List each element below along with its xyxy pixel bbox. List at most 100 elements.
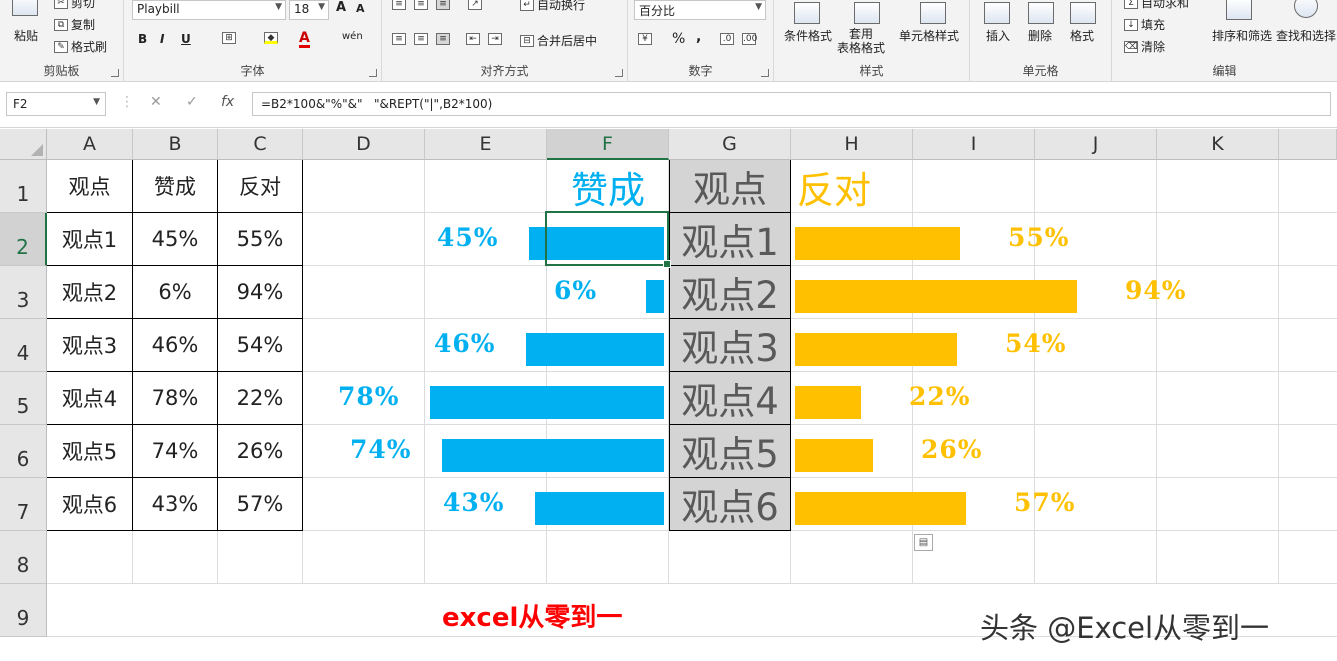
align-right-button[interactable]: ≡ bbox=[436, 33, 450, 45]
table-cell[interactable]: 43% bbox=[133, 478, 218, 531]
shrink-font-button[interactable]: A bbox=[356, 2, 365, 15]
grow-font-button[interactable]: A bbox=[336, 0, 346, 15]
table-cell[interactable]: 观点1 bbox=[47, 213, 133, 266]
sort-filter-button[interactable]: 排序和筛选 bbox=[1212, 27, 1272, 44]
table-cell[interactable]: 22% bbox=[218, 372, 303, 425]
bold-button[interactable]: B bbox=[138, 32, 147, 46]
row-header-8[interactable]: 8 bbox=[0, 531, 47, 584]
select-all-corner[interactable] bbox=[0, 129, 47, 160]
point-label-cell[interactable]: 观点6 bbox=[669, 478, 791, 531]
table-cell[interactable]: 观点3 bbox=[47, 319, 133, 372]
name-box[interactable]: F2 ▼ bbox=[6, 92, 106, 116]
cut-button[interactable]: ✂ 剪切 bbox=[54, 0, 95, 11]
column-header-d[interactable]: D bbox=[303, 129, 425, 160]
format-painter-button[interactable]: ✎ 格式刷 bbox=[54, 38, 107, 55]
row-header-1[interactable]: 1 bbox=[0, 160, 47, 213]
worksheet[interactable]: ABCDEFGHIJK 123456789 观点 赞成 反对 观点1 45% 55% 观点2… bbox=[0, 129, 1337, 661]
increase-decimal-button[interactable]: .0 bbox=[720, 33, 734, 45]
clipboard-launcher[interactable] bbox=[111, 69, 119, 77]
table-cell[interactable]: 54% bbox=[218, 319, 303, 372]
support-header[interactable]: 赞成 bbox=[547, 160, 669, 213]
column-header-h[interactable]: H bbox=[791, 129, 913, 160]
table-cell[interactable]: 6% bbox=[133, 266, 218, 319]
table-cell[interactable]: 观点4 bbox=[47, 372, 133, 425]
column-header-b[interactable]: B bbox=[133, 129, 218, 160]
delete-button[interactable]: 删除 bbox=[1028, 27, 1052, 44]
point-label-cell[interactable]: 观点1 bbox=[669, 213, 791, 266]
insert-function-icon[interactable]: fx bbox=[221, 94, 234, 110]
table-cell[interactable]: 观点5 bbox=[47, 425, 133, 478]
wrap-text-button[interactable]: ↵ 自动换行 bbox=[520, 0, 585, 13]
paste-options-icon[interactable]: ▤ bbox=[914, 534, 933, 551]
table-cell[interactable]: 45% bbox=[133, 213, 218, 266]
find-select-button[interactable]: 查找和选择 bbox=[1276, 27, 1336, 44]
row-header-6[interactable]: 6 bbox=[0, 425, 47, 478]
enter-icon[interactable]: ✓ bbox=[186, 94, 198, 110]
column-header-partial[interactable] bbox=[1279, 129, 1337, 160]
paste-button[interactable]: 粘贴 bbox=[14, 27, 38, 44]
font-size-select[interactable]: 18 ▼ bbox=[289, 0, 329, 20]
fill-color-button[interactable]: ◆ bbox=[264, 32, 278, 44]
cell-styles-button[interactable]: 单元格样式 bbox=[899, 27, 959, 44]
table-cell[interactable]: 观点6 bbox=[47, 478, 133, 531]
table-header-cell[interactable]: 反对 bbox=[218, 160, 303, 213]
table-cell[interactable]: 74% bbox=[133, 425, 218, 478]
point-label-cell[interactable]: 观点3 bbox=[669, 319, 791, 372]
point-label-cell[interactable]: 观点2 bbox=[669, 266, 791, 319]
column-header-e[interactable]: E bbox=[425, 129, 547, 160]
clear-button[interactable]: ⌫ 清除 bbox=[1124, 38, 1165, 55]
increase-indent-button[interactable]: ⇥ bbox=[488, 33, 502, 45]
orientation-button[interactable]: ↗ bbox=[468, 0, 482, 10]
row-header-4[interactable]: 4 bbox=[0, 319, 47, 372]
table-cell[interactable]: 55% bbox=[218, 213, 303, 266]
table-cell[interactable]: 57% bbox=[218, 478, 303, 531]
row-header-9[interactable]: 9 bbox=[0, 584, 47, 637]
copy-button[interactable]: ⧉ 复制 bbox=[54, 16, 95, 33]
number-launcher[interactable] bbox=[761, 69, 769, 77]
column-header-g[interactable]: G bbox=[669, 129, 791, 160]
conditional-format-button[interactable]: 条件格式 bbox=[784, 27, 832, 44]
formula-input[interactable]: =B2*100&"%"&" "&REPT("|",B2*100) bbox=[252, 92, 1331, 116]
table-format-button[interactable]: 套用 表格格式 bbox=[837, 27, 885, 55]
column-header-c[interactable]: C bbox=[218, 129, 303, 160]
font-color-button[interactable]: A bbox=[299, 31, 310, 48]
comma-button[interactable]: , bbox=[696, 29, 701, 45]
font-name-select[interactable]: Playbill ▼ bbox=[132, 0, 286, 20]
format-button[interactable]: 格式 bbox=[1070, 27, 1094, 44]
percent-button[interactable]: % bbox=[672, 31, 685, 47]
autosum-button[interactable]: Σ 自动求和 bbox=[1124, 0, 1189, 11]
table-header-cell[interactable]: 观点 bbox=[47, 160, 133, 213]
table-cell[interactable]: 46% bbox=[133, 319, 218, 372]
borders-button[interactable]: ⊞ bbox=[222, 32, 236, 44]
decrease-decimal-button[interactable]: .00 bbox=[742, 33, 757, 45]
alignment-launcher[interactable] bbox=[615, 69, 623, 77]
table-header-cell[interactable]: 赞成 bbox=[133, 160, 218, 213]
align-center-button[interactable]: ≡ bbox=[414, 33, 428, 45]
align-bottom-button[interactable]: ≡ bbox=[436, 0, 450, 10]
row-header-2[interactable]: 2 bbox=[0, 213, 47, 266]
point-label-cell[interactable]: 观点4 bbox=[669, 372, 791, 425]
insert-button[interactable]: 插入 bbox=[986, 27, 1010, 44]
table-cell[interactable]: 26% bbox=[218, 425, 303, 478]
column-header-a[interactable]: A bbox=[47, 129, 133, 160]
fill-button[interactable]: ↓ 填充 bbox=[1124, 16, 1165, 33]
table-cell[interactable]: 94% bbox=[218, 266, 303, 319]
font-launcher[interactable] bbox=[369, 69, 377, 77]
table-cell[interactable]: 78% bbox=[133, 372, 218, 425]
row-header-5[interactable]: 5 bbox=[0, 372, 47, 425]
point-label-cell[interactable]: 观点5 bbox=[669, 425, 791, 478]
phonetic-button[interactable]: wén bbox=[342, 31, 363, 42]
merge-center-button[interactable]: ⊟ 合并后居中 bbox=[520, 32, 597, 49]
accounting-format-button[interactable]: ¥ bbox=[638, 33, 652, 45]
number-format-select[interactable]: 百分比 ▼ bbox=[634, 0, 766, 20]
align-top-button[interactable]: ≡ bbox=[392, 0, 406, 10]
underline-button[interactable]: U bbox=[181, 32, 191, 46]
italic-button[interactable]: I bbox=[160, 32, 164, 46]
cancel-icon[interactable]: ✕ bbox=[150, 94, 162, 110]
oppose-header[interactable]: 反对 bbox=[791, 160, 913, 213]
column-header-f[interactable]: F bbox=[547, 129, 669, 160]
table-cell[interactable]: 观点2 bbox=[47, 266, 133, 319]
row-header-7[interactable]: 7 bbox=[0, 478, 47, 531]
decrease-indent-button[interactable]: ⇤ bbox=[466, 33, 480, 45]
column-header-k[interactable]: K bbox=[1157, 129, 1279, 160]
